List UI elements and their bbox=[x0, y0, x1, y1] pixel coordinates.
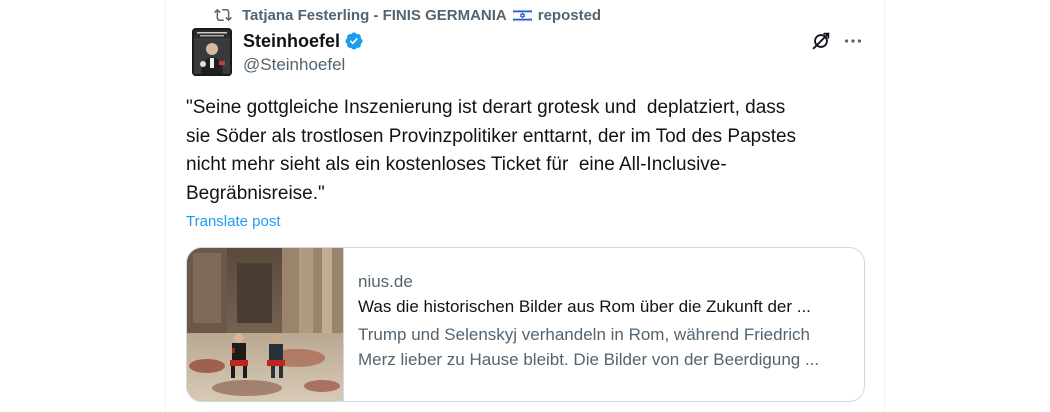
post-text-line: "Seine gottgleiche Inszenierung ist dera… bbox=[186, 97, 786, 118]
timeline-border-right bbox=[884, 0, 885, 412]
repost-user-name[interactable]: Tatjana Festerling - FINIS GERMANIA bbox=[242, 7, 507, 24]
timeline-border-left bbox=[165, 0, 166, 412]
link-preview-card[interactable]: nius.de Was die historischen Bilder aus … bbox=[186, 247, 865, 402]
link-description: Trump und Selenskyj verhandeln in Rom, w… bbox=[358, 322, 864, 372]
repost-action-label: reposted bbox=[537, 6, 602, 24]
repost-icon bbox=[214, 8, 232, 22]
tweet-actions-top bbox=[810, 30, 864, 52]
post-text-line: sie Söder als trostlosen Provinzpolitike… bbox=[186, 125, 797, 147]
author-name[interactable]: Steinhoefel bbox=[243, 31, 340, 52]
post-text: "Seine gottgleiche Inszenierung ist dera… bbox=[186, 94, 866, 208]
author-block: Steinhoefel @Steinhoefel bbox=[243, 30, 364, 75]
tweet-page: Tatjana Festerling - FINIS GERMANIA repo… bbox=[0, 0, 1050, 412]
avatar-image bbox=[192, 28, 232, 76]
translate-post-link[interactable]: Translate post bbox=[186, 213, 281, 230]
link-preview-thumbnail bbox=[187, 248, 344, 401]
link-title: Was die historischen Bilder aus Rom über… bbox=[358, 297, 811, 316]
post-text-line: Begräbnisreise." bbox=[186, 182, 325, 204]
more-options-icon[interactable] bbox=[842, 30, 864, 52]
grok-icon[interactable] bbox=[810, 30, 832, 52]
link-domain: nius.de bbox=[358, 272, 413, 291]
verified-badge-icon bbox=[345, 32, 363, 50]
post-text-line: nicht mehr sieht als ein kostenloses Tic… bbox=[186, 154, 727, 175]
author-handle[interactable]: @Steinhoefel bbox=[243, 55, 364, 75]
repost-header[interactable]: Tatjana Festerling - FINIS GERMANIA repo… bbox=[214, 4, 601, 26]
link-description-line: Merz lieber zu Hause bleibt. Die Bilder … bbox=[358, 350, 820, 369]
avatar[interactable] bbox=[192, 28, 232, 76]
israel-flag-icon bbox=[512, 8, 532, 22]
basilica-photo bbox=[187, 248, 343, 401]
link-preview-body: nius.de Was die historischen Bilder aus … bbox=[344, 248, 864, 401]
link-description-line: Trump und Selenskyj verhandeln in Rom, w… bbox=[358, 325, 810, 344]
